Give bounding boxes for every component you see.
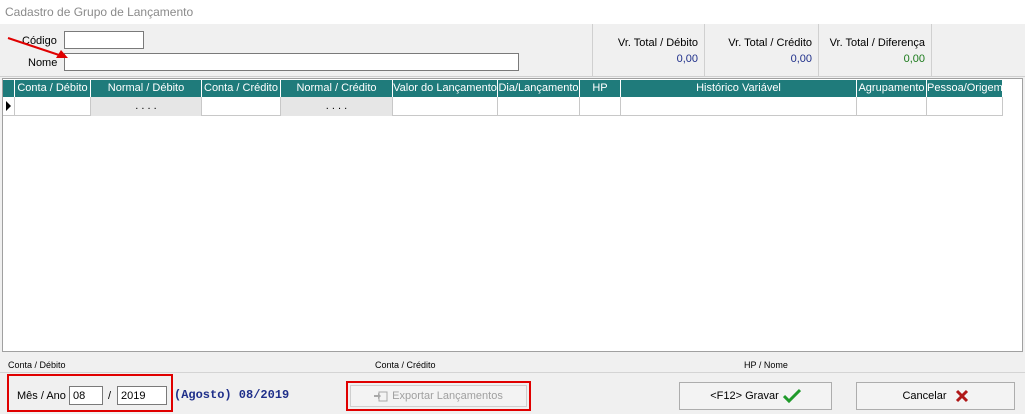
nome-input[interactable]: [64, 53, 519, 71]
ano-input[interactable]: [117, 386, 167, 405]
info-conta-credito: Conta / Crédito: [375, 360, 436, 370]
cell-normal-credito[interactable]: . . . .: [281, 97, 393, 116]
export-button[interactable]: Exportar Lançamentos: [350, 385, 527, 407]
total-debito-value: 0,00: [676, 53, 698, 65]
cell-conta-credito[interactable]: [202, 97, 281, 116]
export-icon: [374, 391, 388, 402]
export-label: Exportar Lançamentos: [392, 390, 503, 402]
close-x-icon: [955, 389, 968, 403]
cell-historico-variavel[interactable]: [621, 97, 857, 116]
cell-valor-lancamento[interactable]: [393, 97, 498, 116]
current-row-arrow-icon: [6, 101, 11, 111]
cell-conta-debito[interactable]: [15, 97, 91, 116]
col-conta-debito[interactable]: Conta / Débito: [15, 80, 91, 97]
codigo-label: Código: [22, 35, 57, 47]
checkmark-icon: [782, 388, 801, 404]
mes-ano-label: Mês / Ano: [17, 390, 66, 402]
total-debito-box: Vr. Total / Débito 0,00: [592, 24, 704, 77]
info-conta-debito: Conta / Débito: [8, 360, 66, 370]
col-valor-lancamento[interactable]: Valor do Lançamento: [393, 80, 498, 97]
col-hp[interactable]: HP: [580, 80, 621, 97]
grid-indicator-header: [3, 80, 15, 97]
entries-grid[interactable]: Conta / Débito Normal / Débito Conta / C…: [2, 78, 1023, 352]
cell-hp[interactable]: [580, 97, 621, 116]
row-indicator: [3, 97, 15, 116]
month-display: (Agosto) 08/2019: [174, 388, 290, 402]
footer-divider: [0, 372, 1025, 373]
header-panel: Código Nome Vr. Total / Débito 0,00 Vr. …: [0, 24, 1025, 77]
nome-label: Nome: [28, 57, 58, 69]
grid-header: Conta / Débito Normal / Débito Conta / C…: [3, 80, 1003, 97]
cell-normal-debito[interactable]: . . . .: [91, 97, 202, 116]
col-agrupamento[interactable]: Agrupamento: [857, 80, 927, 97]
total-diferenca-box: Vr. Total / Diferença 0,00: [818, 24, 932, 77]
save-label: <F12> Gravar: [710, 390, 779, 402]
total-credito-label: Vr. Total / Crédito: [728, 37, 812, 49]
total-diferenca-value: 0,00: [903, 53, 925, 65]
col-normal-credito[interactable]: Normal / Crédito: [281, 80, 393, 97]
cancel-label: Cancelar: [902, 390, 947, 402]
info-hp-nome: HP / Nome: [744, 360, 788, 370]
total-credito-box: Vr. Total / Crédito 0,00: [704, 24, 818, 77]
col-normal-debito[interactable]: Normal / Débito: [91, 80, 202, 97]
cell-pessoa-origem[interactable]: [927, 97, 1003, 116]
codigo-input[interactable]: [64, 31, 144, 49]
table-row[interactable]: . . . . . . . .: [3, 97, 1003, 116]
col-conta-credito[interactable]: Conta / Crédito: [202, 80, 281, 97]
save-button[interactable]: <F12> Gravar: [679, 382, 832, 410]
cancel-button[interactable]: Cancelar: [856, 382, 1015, 410]
total-diferenca-label: Vr. Total / Diferença: [829, 37, 925, 49]
mes-ano-separator: /: [108, 390, 112, 402]
col-historico-variavel[interactable]: Histórico Variável: [621, 80, 857, 97]
total-credito-value: 0,00: [790, 53, 812, 65]
mes-input[interactable]: [69, 386, 103, 405]
col-pessoa-origem[interactable]: Pessoa/Origem: [927, 80, 1003, 97]
cell-agrupamento[interactable]: [857, 97, 927, 116]
cell-dia-lancamento[interactable]: [498, 97, 580, 116]
window-title: Cadastro de Grupo de Lançamento: [0, 0, 1025, 24]
total-debito-label: Vr. Total / Débito: [617, 37, 698, 49]
col-dia-lancamento[interactable]: Dia/Lançamento: [498, 80, 580, 97]
